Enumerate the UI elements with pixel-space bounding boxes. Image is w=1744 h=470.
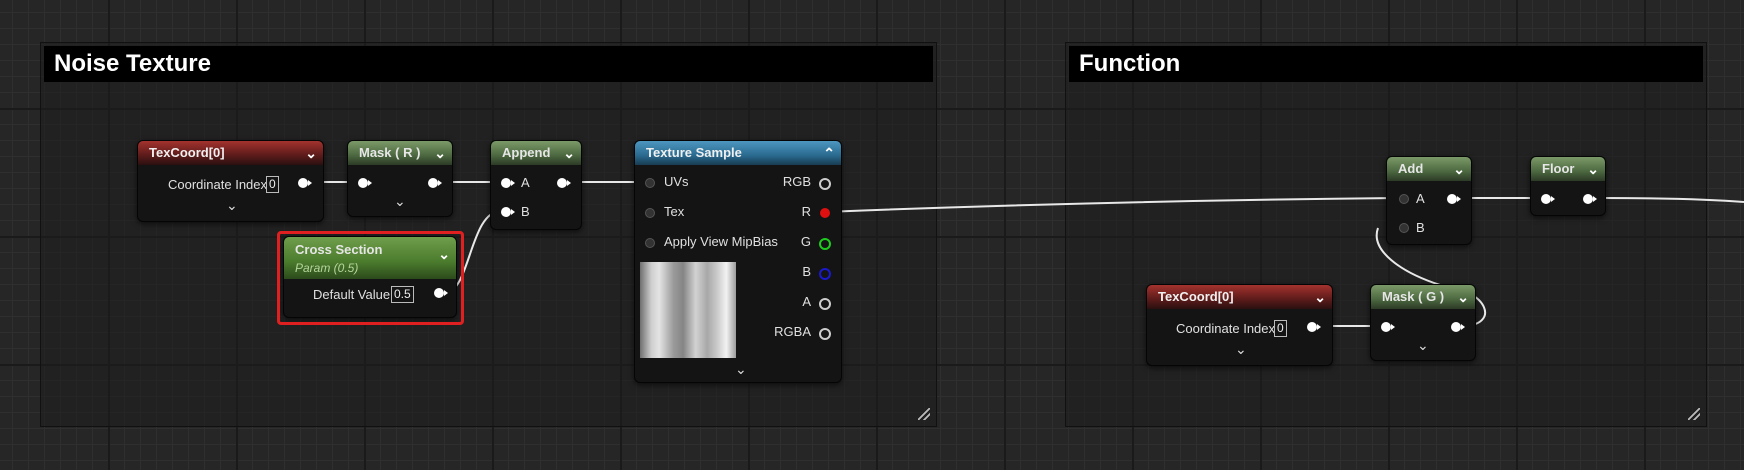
output-pin[interactable] bbox=[1583, 194, 1597, 204]
input-pin[interactable] bbox=[1541, 194, 1555, 204]
input-pin-a[interactable] bbox=[1399, 194, 1409, 204]
chevron-down-icon[interactable]: ⌄ bbox=[226, 197, 238, 214]
node-title: Mask ( R ) bbox=[359, 145, 421, 160]
output-pin[interactable] bbox=[1447, 194, 1461, 204]
selection-highlight bbox=[277, 231, 464, 325]
pin-label-r: R bbox=[801, 204, 811, 219]
coordinate-index-field[interactable]: 0 bbox=[266, 176, 279, 193]
chevron-down-icon[interactable]: ⌄ bbox=[305, 141, 317, 165]
pin-label-b: B bbox=[802, 264, 811, 279]
node-header[interactable]: TexCoord[0] ⌄ bbox=[1147, 285, 1332, 309]
pin-label-rgba: RGBA bbox=[774, 324, 811, 339]
node-header[interactable]: Add ⌄ bbox=[1387, 157, 1471, 181]
output-pin[interactable] bbox=[1451, 322, 1465, 332]
pin-label-g: G bbox=[800, 234, 811, 249]
output-pin-rgb[interactable] bbox=[819, 178, 831, 190]
coordinate-index-label: Coordinate Index bbox=[168, 177, 268, 192]
input-pin-a[interactable] bbox=[501, 178, 515, 188]
chevron-down-icon[interactable]: ⌄ bbox=[1453, 157, 1465, 181]
resize-handle-icon[interactable] bbox=[918, 408, 930, 420]
input-pin-mipbias[interactable] bbox=[645, 238, 655, 248]
input-pin-tex[interactable] bbox=[645, 208, 655, 218]
node-header[interactable]: Mask ( R ) ⌄ bbox=[348, 141, 452, 165]
mask-g-node[interactable]: Mask ( G ) ⌄ ⌄ bbox=[1370, 284, 1476, 361]
comment-title[interactable]: Noise Texture bbox=[44, 46, 933, 82]
node-header[interactable]: Append ⌄ bbox=[491, 141, 581, 165]
pin-label-uvs: UVs bbox=[664, 174, 689, 189]
pin-label-rgb: RGB bbox=[782, 174, 811, 189]
node-header[interactable]: Floor ⌄ bbox=[1531, 157, 1605, 181]
output-pin[interactable] bbox=[298, 178, 312, 188]
chevron-down-icon[interactable]: ⌄ bbox=[1587, 157, 1599, 181]
chevron-down-icon[interactable]: ⌄ bbox=[563, 141, 575, 165]
node-title: Mask ( G ) bbox=[1382, 289, 1445, 304]
append-node[interactable]: Append ⌄ A B bbox=[490, 140, 582, 230]
output-pin[interactable] bbox=[428, 178, 442, 188]
output-pin[interactable] bbox=[1307, 322, 1321, 332]
node-title: Floor bbox=[1542, 161, 1575, 176]
coordinate-index-field[interactable]: 0 bbox=[1274, 320, 1287, 337]
node-header[interactable]: Texture Sample ⌃ bbox=[635, 141, 841, 165]
chevron-down-icon[interactable]: ⌄ bbox=[735, 361, 747, 378]
node-title: TexCoord[0] bbox=[1158, 289, 1234, 304]
floor-node[interactable]: Floor ⌄ bbox=[1530, 156, 1606, 216]
output-pin-a[interactable] bbox=[819, 298, 831, 310]
texture-sample-node[interactable]: Texture Sample ⌃ UVs Tex Apply View MipBi… bbox=[634, 140, 842, 383]
pin-label-b: B bbox=[521, 204, 530, 219]
node-title: Add bbox=[1398, 161, 1424, 176]
input-pin-b[interactable] bbox=[501, 207, 515, 217]
texcoord-node[interactable]: TexCoord[0] ⌄ Coordinate Index 0 ⌄ bbox=[1146, 284, 1333, 366]
node-header[interactable]: Mask ( G ) ⌄ bbox=[1371, 285, 1475, 309]
coordinate-index-label: Coordinate Index bbox=[1176, 321, 1276, 336]
output-pin-r[interactable] bbox=[820, 208, 830, 218]
chevron-down-icon[interactable]: ⌄ bbox=[1235, 341, 1247, 358]
output-pin[interactable] bbox=[557, 178, 571, 188]
texcoord-node[interactable]: TexCoord[0] ⌄ Coordinate Index 0 ⌄ bbox=[137, 140, 324, 222]
input-pin[interactable] bbox=[358, 178, 372, 188]
comment-title[interactable]: Function bbox=[1069, 46, 1703, 82]
chevron-down-icon[interactable]: ⌄ bbox=[434, 141, 446, 165]
resize-handle-icon[interactable] bbox=[1688, 408, 1700, 420]
output-pin-g[interactable] bbox=[819, 238, 831, 250]
node-title: TexCoord[0] bbox=[149, 145, 225, 160]
chevron-down-icon[interactable]: ⌄ bbox=[1314, 285, 1326, 309]
add-node[interactable]: Add ⌄ A B bbox=[1386, 156, 1472, 245]
texture-preview bbox=[640, 262, 736, 358]
chevron-down-icon[interactable]: ⌄ bbox=[394, 193, 406, 210]
node-title: Append bbox=[502, 145, 551, 160]
pin-label-a: A bbox=[802, 294, 811, 309]
node-title: Texture Sample bbox=[646, 145, 742, 160]
pin-label-a: A bbox=[521, 175, 530, 190]
mask-r-node[interactable]: Mask ( R ) ⌄ ⌄ bbox=[347, 140, 453, 217]
chevron-down-icon[interactable]: ⌄ bbox=[1457, 285, 1469, 309]
pin-label-mipbias: Apply View MipBias bbox=[664, 234, 778, 249]
output-pin-rgba[interactable] bbox=[819, 328, 831, 340]
pin-label-b: B bbox=[1416, 220, 1425, 235]
input-pin-uvs[interactable] bbox=[645, 178, 655, 188]
output-pin-b[interactable] bbox=[819, 268, 831, 280]
node-header[interactable]: TexCoord[0] ⌄ bbox=[138, 141, 323, 165]
chevron-down-icon[interactable]: ⌄ bbox=[1417, 337, 1429, 354]
chevron-up-icon[interactable]: ⌃ bbox=[823, 141, 835, 165]
pin-label-a: A bbox=[1416, 191, 1425, 206]
input-pin[interactable] bbox=[1381, 322, 1395, 332]
input-pin-b[interactable] bbox=[1399, 223, 1409, 233]
pin-label-tex: Tex bbox=[664, 204, 685, 219]
